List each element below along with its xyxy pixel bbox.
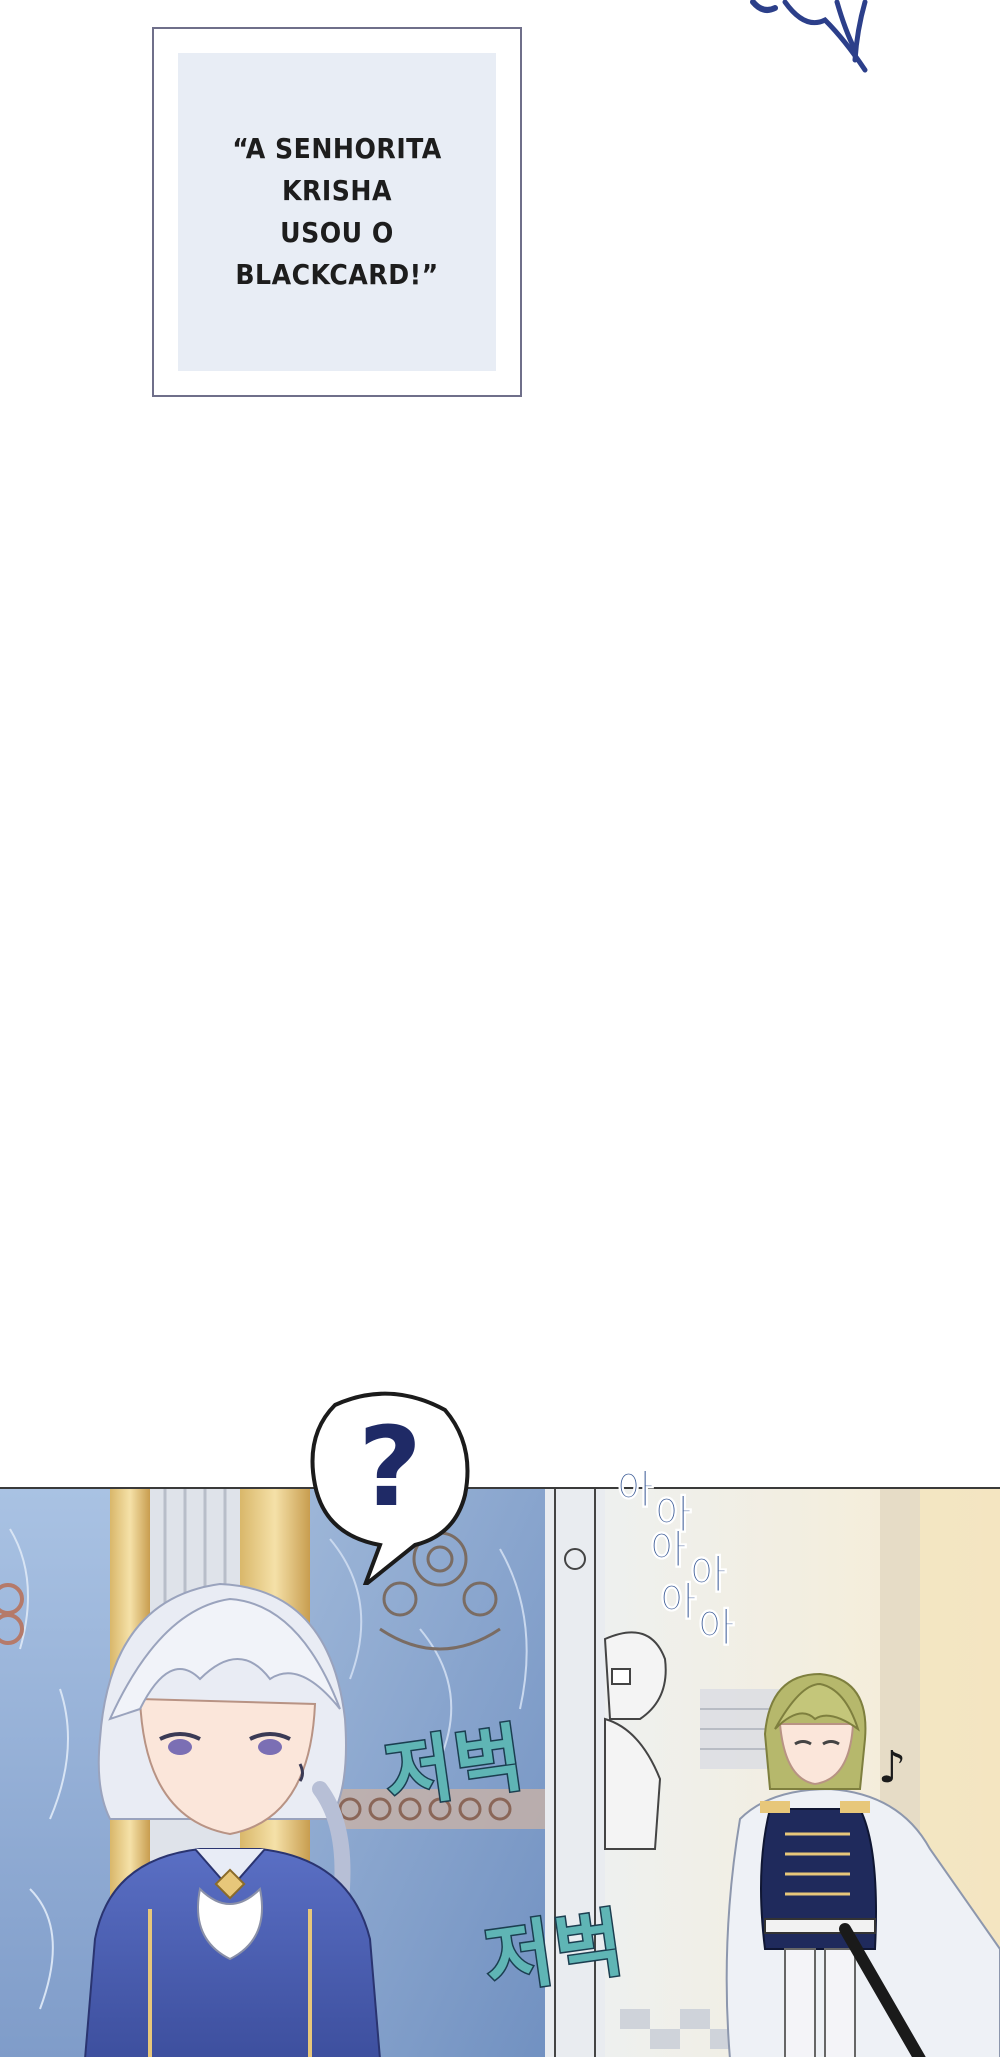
music-note-icon: ♪ [878,1742,907,1793]
narration-inner: “A SENHORITA KRISHA USOU O BLACKCARD!” [178,53,496,371]
sfx-aya-1: 아 [617,1467,656,1513]
sfx-aya-5: 아 [660,1579,699,1625]
question-speech-bubble: ? [310,1391,470,1585]
sfx-jeobeok-1: 저벅 [378,1713,532,1821]
sfx-jeobeok-2: 저벅 [478,1898,632,2006]
comic-page: “A SENHORITA KRISHA USOU O BLACKCARD!” ?… [0,0,1000,2057]
sfx-aya-3: 아 [650,1527,689,1573]
narration-box: “A SENHORITA KRISHA USOU O BLACKCARD!” [152,27,522,397]
narration-text: “A SENHORITA KRISHA USOU O BLACKCARD!” [232,132,442,291]
sfx-aya-6: 아 [698,1605,737,1651]
question-mark-text: ? [358,1403,422,1531]
sfx-scribble-strokes [750,0,871,76]
